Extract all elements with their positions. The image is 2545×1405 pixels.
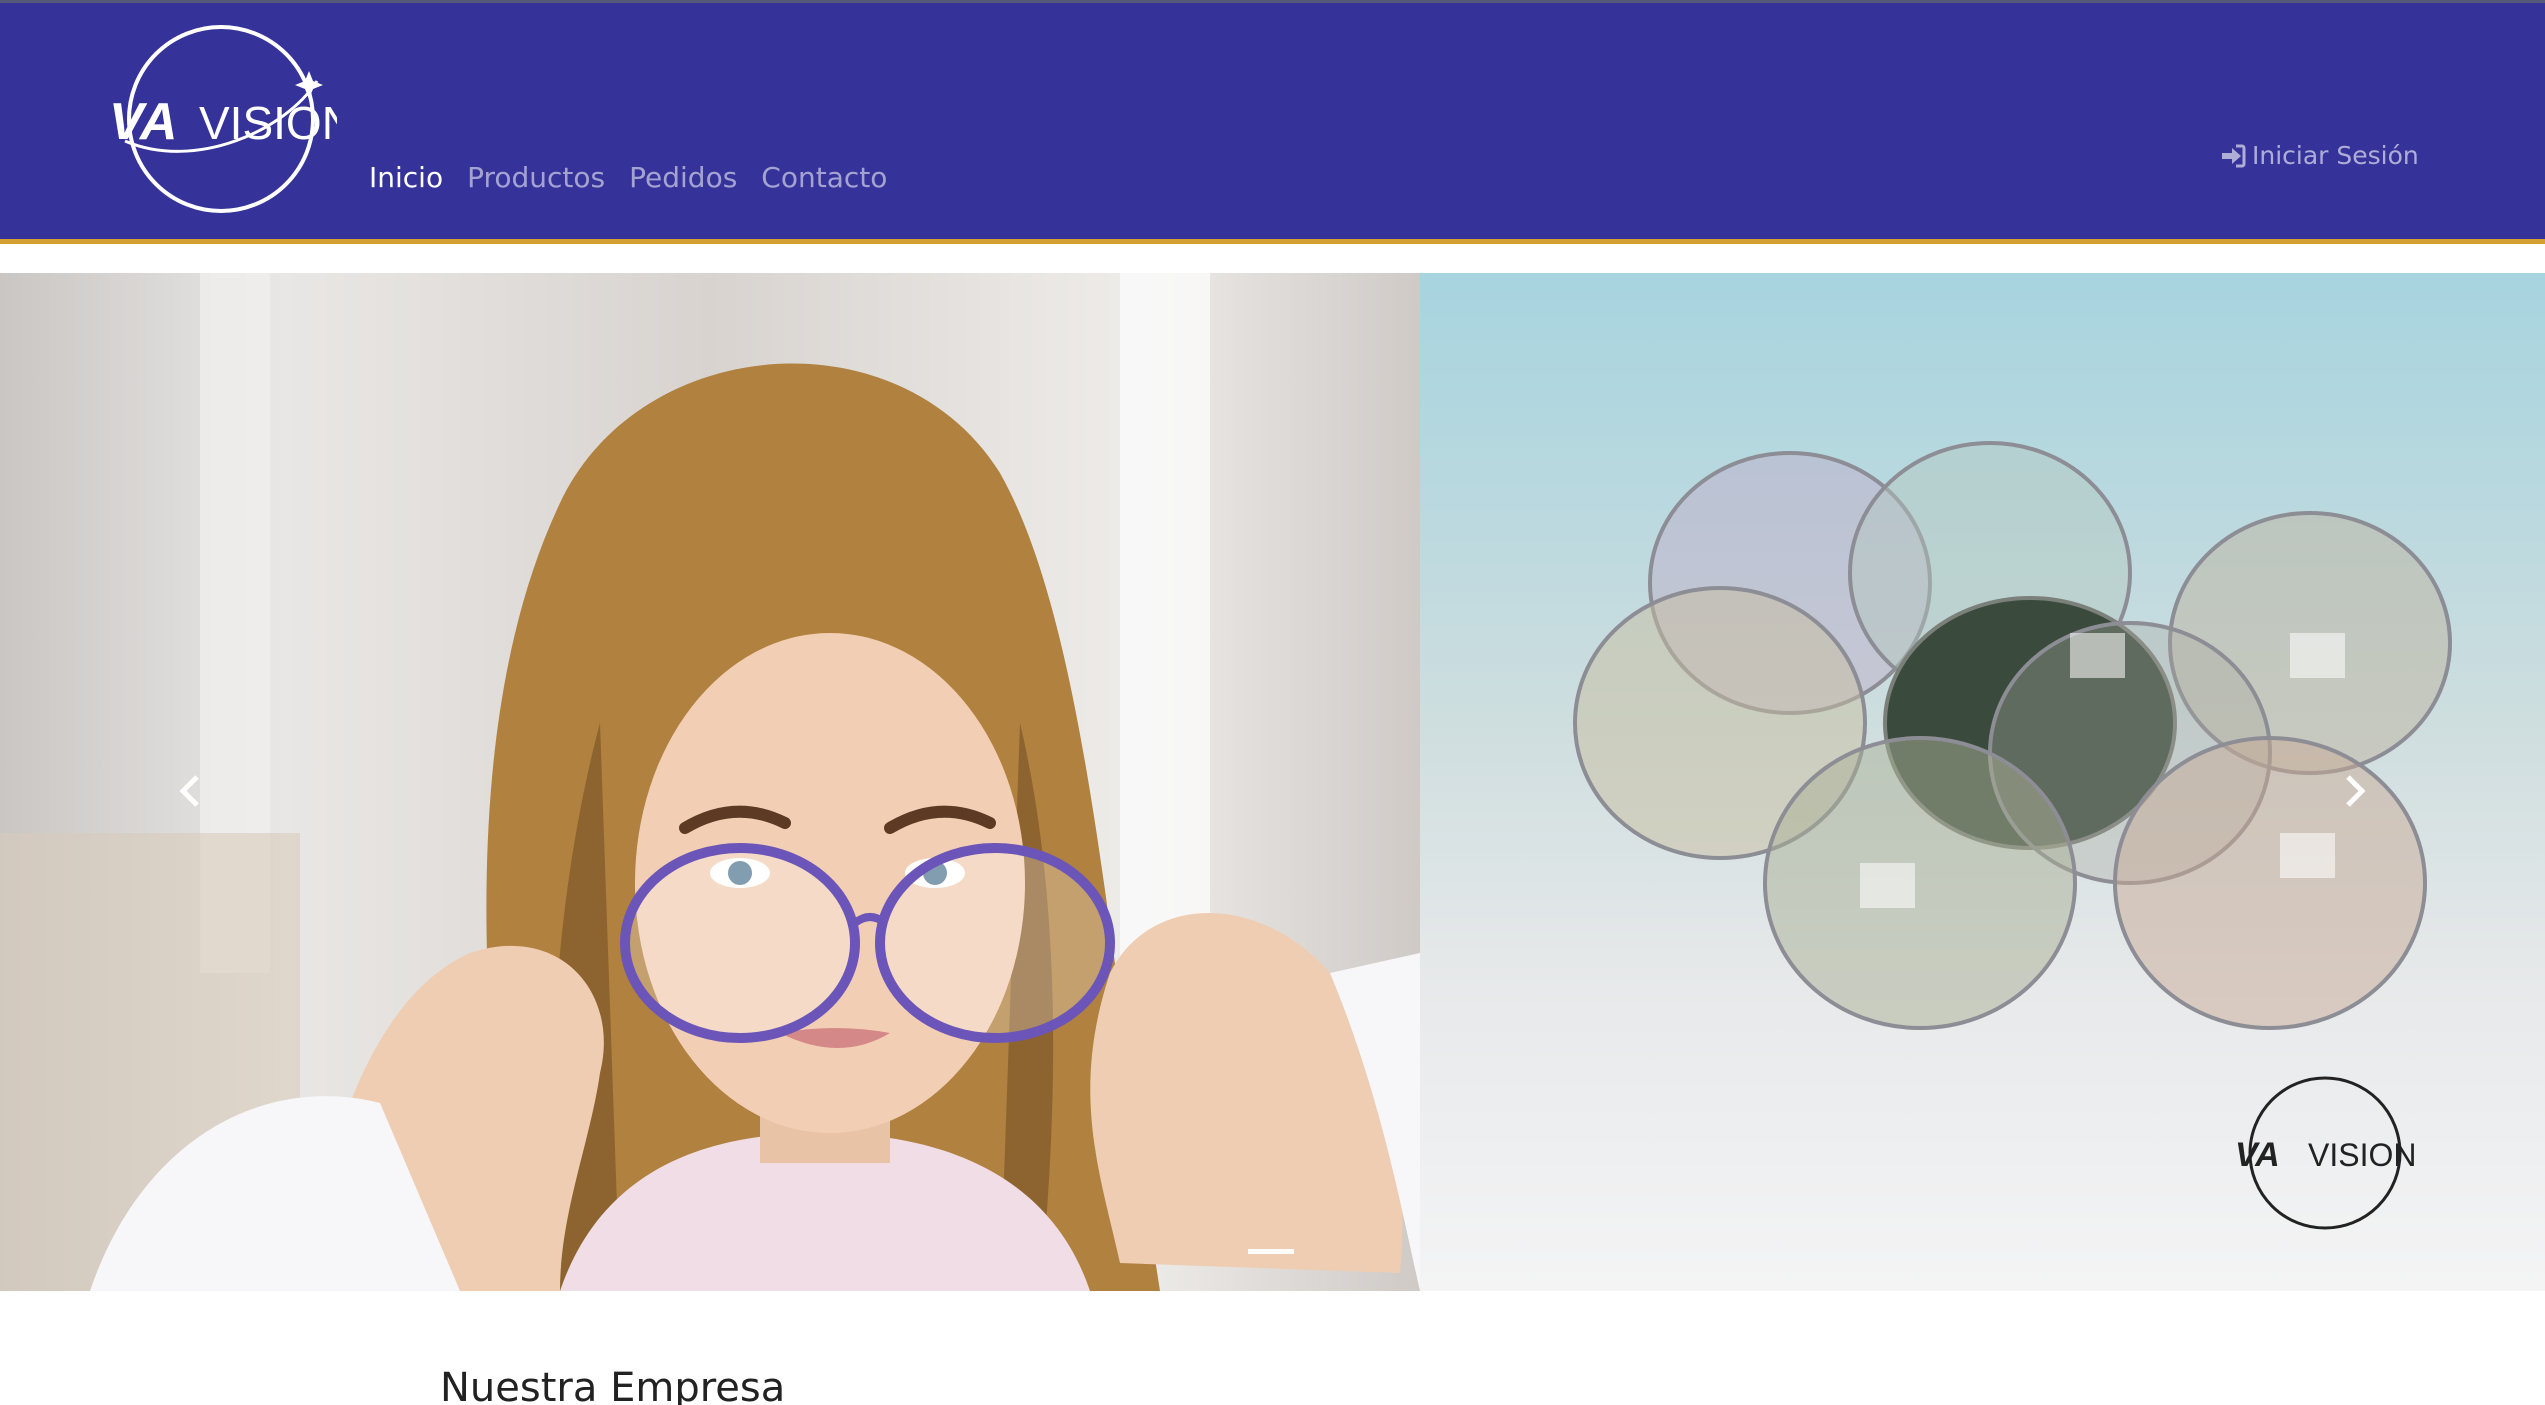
brand-logo[interactable]: VA VISION <box>105 21 355 217</box>
section-title: Nuestra Empresa <box>440 1365 786 1405</box>
login-label: Iniciar Sesión <box>2252 141 2419 170</box>
chevron-right-icon <box>2346 775 2366 807</box>
sign-in-icon <box>2222 144 2246 168</box>
navbar: VA VISION Inicio Productos Pedidos Conta… <box>0 0 2545 244</box>
login-link[interactable]: Iniciar Sesión <box>2220 138 2419 174</box>
carousel-indicators <box>1248 1249 1294 1254</box>
carousel-prev-button[interactable] <box>160 761 220 821</box>
hero-carousel: VA VISION <box>0 273 2545 1291</box>
sparkle-icon <box>295 71 323 99</box>
brand-logo-graphic: VA VISION <box>109 25 355 213</box>
main-nav: Inicio Productos Pedidos Contacto <box>369 158 887 198</box>
logo-text-right: VISION <box>199 97 337 149</box>
carousel-indicator-1[interactable] <box>1248 1249 1294 1254</box>
nav-item-inicio[interactable]: Inicio <box>369 158 443 198</box>
svg-text:VA: VA <box>2235 1136 2280 1174</box>
nav-item-contacto[interactable]: Contacto <box>761 158 887 198</box>
svg-text:VISION: VISION <box>2308 1137 2416 1173</box>
carousel-next-button[interactable] <box>2325 761 2385 821</box>
nav-item-productos[interactable]: Productos <box>467 158 605 198</box>
chevron-left-icon <box>179 775 199 807</box>
slide-logo: VA VISION <box>2235 1076 2416 1230</box>
nav-item-pedidos[interactable]: Pedidos <box>629 158 737 198</box>
logo-text-left: VA <box>109 93 177 151</box>
